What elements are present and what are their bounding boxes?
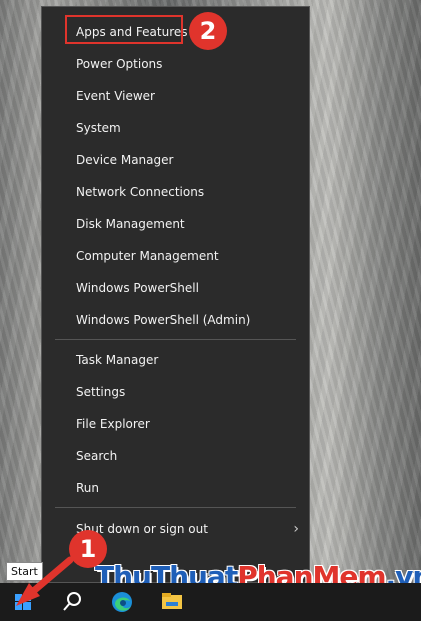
start-button[interactable] bbox=[4, 583, 42, 621]
menu-item-label: Search bbox=[76, 449, 118, 463]
menu-item-task-manager[interactable]: Task Manager bbox=[42, 345, 309, 375]
menu-item-label: Event Viewer bbox=[76, 89, 155, 103]
file-explorer-button[interactable] bbox=[153, 583, 191, 621]
step-badge-2: 2 bbox=[189, 12, 227, 50]
menu-item-system[interactable]: System bbox=[42, 113, 309, 143]
menu-item-label: Computer Management bbox=[76, 249, 219, 263]
menu-item-network-connections[interactable]: Network Connections bbox=[42, 177, 309, 207]
menu-item-windows-powershell[interactable]: Windows PowerShell bbox=[42, 273, 309, 303]
power-user-menu: Apps and Features Power Options Event Vi… bbox=[41, 6, 310, 583]
menu-item-device-manager[interactable]: Device Manager bbox=[42, 145, 309, 175]
search-icon bbox=[63, 592, 81, 611]
windows-start-icon bbox=[15, 594, 31, 610]
taskbar bbox=[0, 583, 421, 621]
menu-item-disk-management[interactable]: Disk Management bbox=[42, 209, 309, 239]
menu-item-run[interactable]: Run bbox=[42, 473, 309, 503]
menu-divider bbox=[55, 507, 296, 508]
menu-item-label: Network Connections bbox=[76, 185, 205, 199]
chevron-right-icon: › bbox=[293, 521, 299, 537]
menu-item-label: Windows PowerShell (Admin) bbox=[76, 313, 251, 327]
menu-item-label: Settings bbox=[76, 385, 126, 399]
menu-item-settings[interactable]: Settings bbox=[42, 377, 309, 407]
menu-item-label: File Explorer bbox=[76, 417, 150, 431]
step-badge-1: 1 bbox=[69, 530, 107, 568]
menu-item-computer-management[interactable]: Computer Management bbox=[42, 241, 309, 271]
menu-item-event-viewer[interactable]: Event Viewer bbox=[42, 81, 309, 111]
menu-item-file-explorer[interactable]: File Explorer bbox=[42, 409, 309, 439]
menu-item-label: Power Options bbox=[76, 57, 163, 71]
edge-button[interactable] bbox=[103, 583, 141, 621]
menu-divider bbox=[55, 339, 296, 340]
menu-item-power-options[interactable]: Power Options bbox=[42, 49, 309, 79]
highlight-box bbox=[65, 15, 183, 44]
edge-icon bbox=[112, 592, 132, 612]
menu-item-label: Task Manager bbox=[76, 353, 159, 367]
menu-item-label: Run bbox=[76, 481, 100, 495]
menu-item-label: Disk Management bbox=[76, 217, 185, 231]
menu-item-label: System bbox=[76, 121, 121, 135]
menu-item-label: Device Manager bbox=[76, 153, 174, 167]
search-button[interactable] bbox=[53, 583, 91, 621]
menu-item-search[interactable]: Search bbox=[42, 441, 309, 471]
start-tooltip: Start bbox=[6, 562, 43, 581]
file-explorer-icon bbox=[162, 593, 182, 609]
menu-item-windows-powershell-admin[interactable]: Windows PowerShell (Admin) bbox=[42, 305, 309, 335]
menu-item-label: Windows PowerShell bbox=[76, 281, 199, 295]
